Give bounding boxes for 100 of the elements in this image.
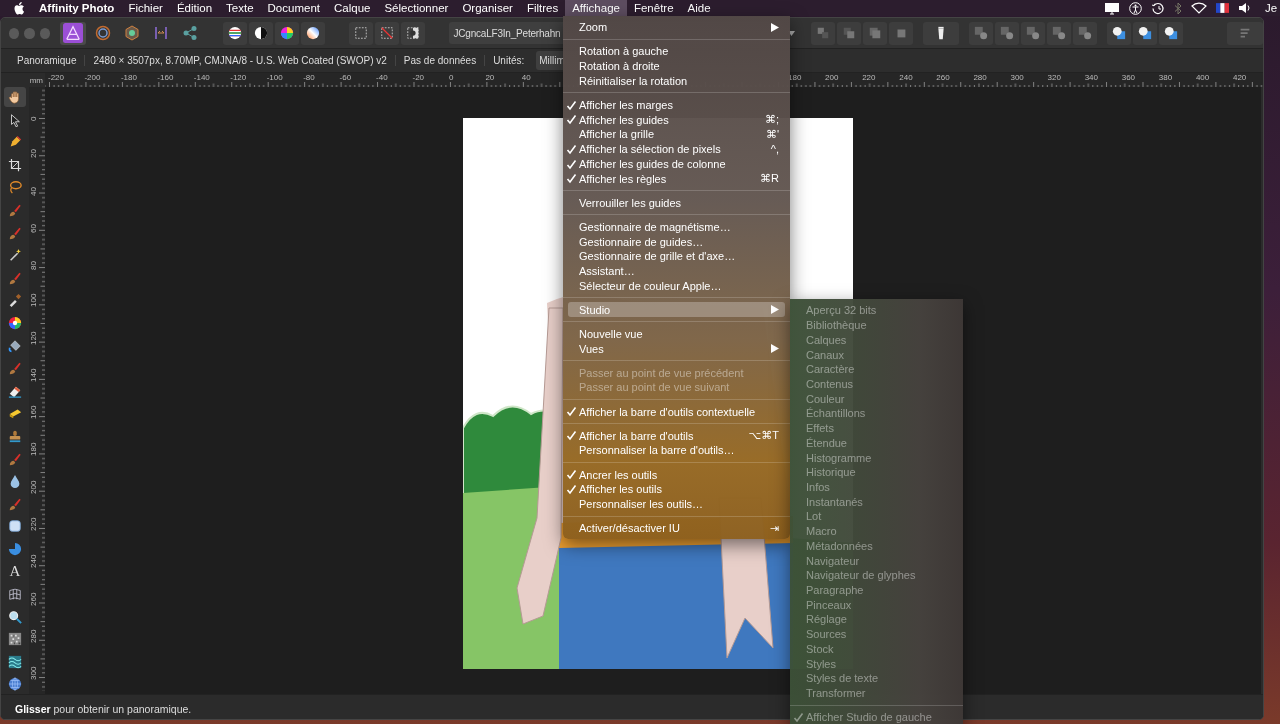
persona-button[interactable] xyxy=(60,21,87,45)
shortcut-label: ⌘R xyxy=(759,172,779,186)
menu-item[interactable]: Afficher les outils xyxy=(568,481,785,497)
layer-mask-icon xyxy=(974,26,988,40)
volume-icon[interactable] xyxy=(1238,2,1252,14)
check-icon xyxy=(566,469,577,481)
toolbar-button[interactable] xyxy=(1159,21,1183,45)
menu-title[interactable]: Fichier xyxy=(121,0,170,16)
clock-icon[interactable] xyxy=(1151,1,1165,15)
lasso-icon xyxy=(8,180,22,195)
menu-item[interactable]: Sélecteur de couleur Apple… xyxy=(568,278,785,294)
menu-title[interactable]: Organiser xyxy=(455,0,520,16)
toolbar-button[interactable] xyxy=(923,21,959,45)
crop-icon xyxy=(8,157,22,172)
app-menu[interactable]: Affinity Photo xyxy=(32,0,122,16)
menu-item[interactable]: Rotation à droite xyxy=(568,58,785,74)
ruler-label: 220 xyxy=(30,517,38,531)
menu-item[interactable]: Afficher la barre d'outils contextuelle xyxy=(568,404,785,419)
share-icon xyxy=(182,25,199,41)
waves-icon xyxy=(8,654,22,669)
flag-icon[interactable] xyxy=(1216,3,1229,13)
ruler-label: -60 xyxy=(339,74,352,82)
user-name[interactable]: Je xyxy=(1265,2,1280,14)
menu-item[interactable]: Réinitialiser la rotation xyxy=(568,73,785,89)
menu-item[interactable]: Activer/désactiver IU ⇥ xyxy=(568,520,785,536)
ruler-label: 200 xyxy=(30,480,38,494)
ruler-label: 340 xyxy=(1084,74,1098,82)
ruler-label: 140 xyxy=(30,368,38,382)
ruler-label: 180 xyxy=(30,443,38,457)
toolbar-button[interactable] xyxy=(223,21,248,45)
toolbar-button[interactable] xyxy=(301,21,326,45)
brush-icon xyxy=(8,361,22,376)
toolbar-button[interactable] xyxy=(1133,21,1157,45)
menu-item[interactable]: Afficher la barre d'outils ⌥⌘T xyxy=(568,428,785,444)
menu-item[interactable]: Verrouiller les guides xyxy=(568,195,785,211)
menu-item[interactable]: Afficher les marges xyxy=(568,97,785,113)
status-hint: Glisser pour obtenir un panoramique. xyxy=(15,702,192,715)
ruler-label: 240 xyxy=(30,554,38,569)
ruler-label: 0 xyxy=(30,116,38,121)
menu-item[interactable]: Gestionnaire de magnétisme… xyxy=(568,219,785,235)
ruler-label: 100 xyxy=(30,294,38,308)
menu-item[interactable]: Ancrer les outils xyxy=(568,467,785,482)
menu-item[interactable]: Zoom xyxy=(568,20,785,35)
ruler-label: -40 xyxy=(376,74,388,82)
menu-item[interactable]: Afficher la grille ⌘' xyxy=(568,127,785,142)
menu-item[interactable]: Afficher les guides ⌘; xyxy=(568,112,785,128)
menu-title[interactable]: Fenêtre xyxy=(626,0,681,16)
menu-item[interactable]: Rotation à gauche xyxy=(568,44,785,59)
tool-button[interactable]: A xyxy=(4,561,26,582)
ruler-label: 180 xyxy=(788,74,802,82)
menu-title[interactable]: Texte xyxy=(219,0,261,16)
magnifier-icon xyxy=(8,609,22,624)
menu-title[interactable]: Calque xyxy=(327,0,378,16)
menu-item[interactable]: Afficher les règles ⌘R xyxy=(568,171,785,186)
menu-title[interactable]: Sélectionner xyxy=(377,0,456,16)
toolbar-button[interactable] xyxy=(401,21,426,45)
menu-title[interactable]: Aide xyxy=(680,0,718,16)
menu-item[interactable]: Vues xyxy=(568,341,785,356)
document-info: 2480 × 3507px, 8.70MP, CMJNA/8 - U.S. Web Coated (SWOP) v2 xyxy=(93,55,396,66)
gradient-ball-icon xyxy=(306,26,321,40)
marquee-icon xyxy=(354,26,369,40)
menu-title[interactable]: Affichage xyxy=(565,0,627,16)
invert-selection-icon xyxy=(406,26,421,40)
toolbar-button[interactable] xyxy=(275,21,300,45)
menu-item[interactable]: Afficher la sélection de pixels ^, xyxy=(568,141,785,157)
bluetooth-icon[interactable] xyxy=(1174,1,1182,15)
menu-item[interactable]: Studio xyxy=(568,302,785,318)
ruler-label: 380 xyxy=(1158,74,1173,82)
ruler-label: 360 xyxy=(1121,74,1136,82)
check-icon xyxy=(793,711,804,723)
menu-item[interactable]: Assistant… xyxy=(568,263,785,279)
menu-item[interactable]: Gestionnaire de guides… xyxy=(568,234,785,249)
display-icon[interactable] xyxy=(1104,1,1120,15)
shortcut-label: ^, xyxy=(769,143,779,156)
menu-title[interactable]: Édition xyxy=(169,0,220,16)
hand-icon xyxy=(8,90,22,104)
menu-item[interactable]: Afficher les guides de colonne xyxy=(568,156,785,172)
accessibility-icon[interactable] xyxy=(1129,1,1142,15)
ruler-label: -120 xyxy=(230,74,247,82)
submenu-arrow-icon xyxy=(771,305,779,315)
deselect-icon xyxy=(380,26,395,40)
menu-item[interactable]: Nouvelle vue xyxy=(568,326,785,342)
wifi-icon[interactable] xyxy=(1191,2,1207,14)
layer-mask-icon xyxy=(1052,26,1066,40)
ruler-label: 40 xyxy=(521,74,531,82)
brush-icon xyxy=(8,202,22,217)
ruler-label: 200 xyxy=(825,74,839,82)
menu-title[interactable]: Document xyxy=(260,0,327,16)
shortcut-label: ⌘' xyxy=(764,127,779,141)
hexagon-icon xyxy=(124,25,141,41)
check-icon xyxy=(566,483,577,495)
menu-item[interactable]: Gestionnaire de grille et d'axe… xyxy=(568,248,785,264)
menu-item[interactable]: Personnaliser la barre d'outils… xyxy=(568,443,785,458)
toolbar-button[interactable] xyxy=(249,21,274,45)
apple-icon xyxy=(14,1,25,15)
ruler-label: -200 xyxy=(84,74,101,82)
toolbar-button[interactable] xyxy=(1107,21,1131,45)
tool-button[interactable] xyxy=(4,87,26,107)
menu-item[interactable]: Personnaliser les outils… xyxy=(568,496,785,512)
menu-title[interactable]: Filtres xyxy=(519,0,566,16)
